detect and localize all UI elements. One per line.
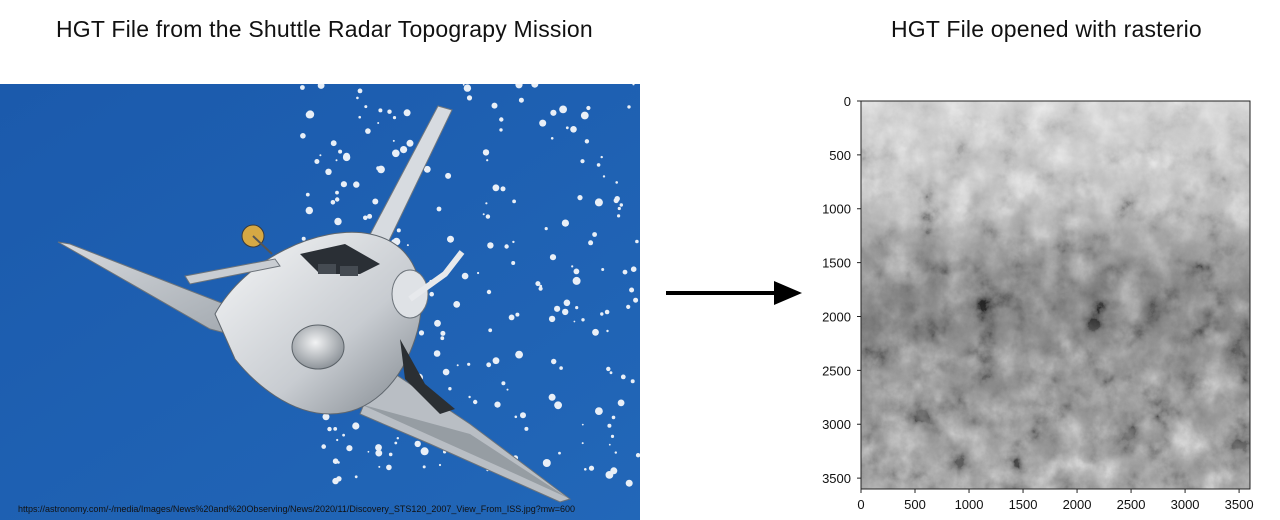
right-panel-title: HGT File opened with rasterio [891, 16, 1202, 42]
shuttle-photo: https://astronomy.com/-/media/Images/New… [0, 84, 640, 520]
y-tick-label: 2000 [822, 309, 851, 324]
x-tick-label: 1000 [955, 497, 984, 512]
x-tick-label: 3000 [1171, 497, 1200, 512]
y-tick-label: 1500 [822, 256, 851, 271]
y-tick-label: 1000 [822, 202, 851, 217]
x-tick-label: 1500 [1009, 497, 1038, 512]
image-source-url: https://astronomy.com/-/media/Images/New… [18, 504, 576, 514]
x-tick-label: 500 [904, 497, 926, 512]
x-tick-label: 2500 [1117, 497, 1146, 512]
right-arrow-icon [666, 281, 802, 305]
x-tick-label: 3500 [1225, 497, 1254, 512]
raster-plot: 0 500 1000 1500 2000 2500 3000 3500 0 500 1000 150… [822, 94, 1254, 512]
x-axis: 0 500 1000 1500 2000 2500 3000 3500 [857, 489, 1254, 512]
y-tick-label: 2500 [822, 363, 851, 378]
raster-image [861, 101, 1250, 489]
left-panel-title: HGT File from the Shuttle Radar Topograp… [56, 16, 593, 42]
y-tick-label: 500 [829, 148, 851, 163]
shuttle-illustration [0, 84, 640, 520]
y-axis: 0 500 1000 1500 2000 2500 3000 3500 [822, 94, 861, 486]
x-tick-label: 0 [857, 497, 864, 512]
y-tick-label: 0 [844, 94, 851, 109]
x-tick-label: 2000 [1063, 497, 1092, 512]
y-tick-label: 3000 [822, 417, 851, 432]
y-tick-label: 3500 [822, 471, 851, 486]
